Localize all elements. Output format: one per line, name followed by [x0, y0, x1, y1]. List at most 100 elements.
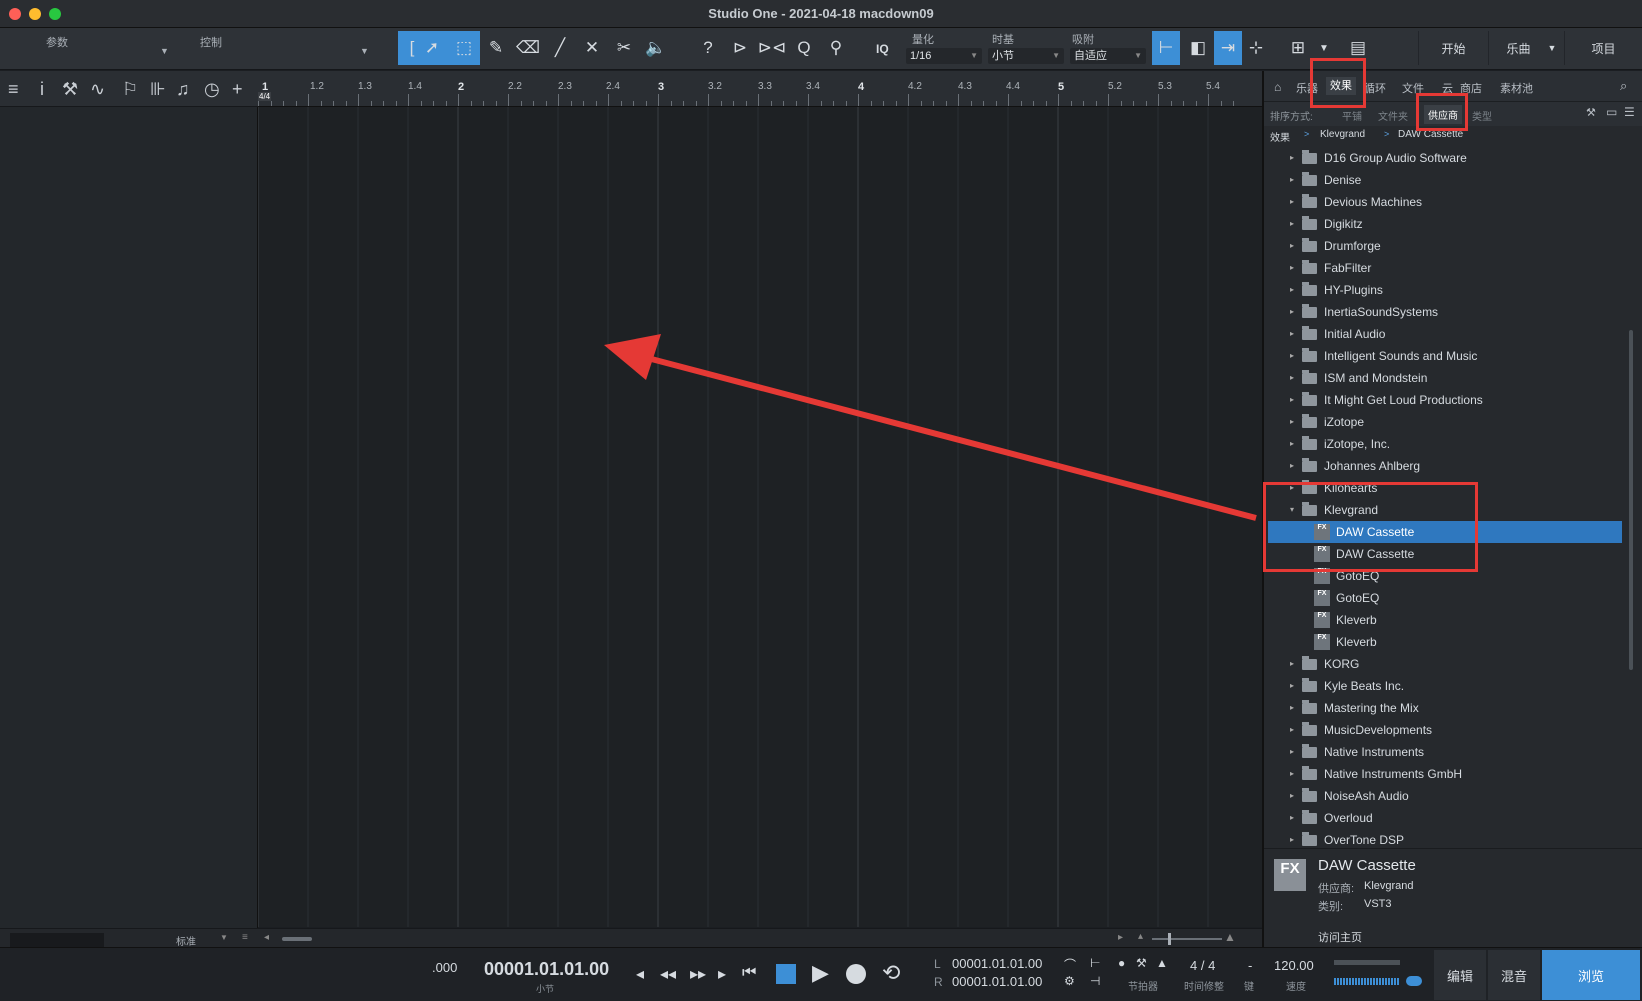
range-tool-icon[interactable]: ⬚	[450, 31, 478, 65]
start-button[interactable]: 开始	[1418, 31, 1488, 65]
timeline-ruler[interactable]: 1 1.2 1.3 1.4 2 2.2 2.3 2.4 3 3.2 3.3 3.4 4 4.2 4.3 4.4…	[258, 71, 1262, 107]
expand-arrow-icon[interactable]: ▸	[1290, 279, 1294, 301]
home-icon[interactable]: ⌂	[1274, 80, 1281, 94]
tree-vendor-folder[interactable]: ▸ Digikitz	[1268, 213, 1622, 235]
settings-gear-icon[interactable]: ⚙	[1064, 974, 1075, 988]
options-icon[interactable]: ☰	[1624, 105, 1635, 119]
zoom-in-icon[interactable]: ▲	[1224, 930, 1236, 944]
scroll-left-icon[interactable]: ◂	[264, 932, 269, 943]
expand-arrow-icon[interactable]: ▸	[1290, 191, 1294, 213]
rewind-icon[interactable]: ◂◂	[660, 964, 676, 984]
forward-icon[interactable]: ▸▸	[690, 964, 706, 984]
metronome-icon[interactable]: ▲	[1156, 956, 1168, 970]
zoom-slider[interactable]	[1152, 938, 1222, 940]
control-dropdown-icon[interactable]: ▼	[360, 46, 369, 56]
tree-plugin-item[interactable]: FX Kleverb	[1268, 609, 1622, 631]
sort-flat[interactable]: 平铺	[1342, 108, 1362, 123]
expand-arrow-icon[interactable]: ▸	[1290, 719, 1294, 741]
iq-button[interactable]: IQ	[876, 42, 889, 56]
wrench-icon[interactable]: ⚒	[62, 79, 78, 100]
timebase-select[interactable]: 小节 ▼	[988, 48, 1064, 64]
tree-vendor-folder[interactable]: ▸ D16 Group Audio Software	[1268, 147, 1622, 169]
tree-vendor-folder[interactable]: ▸ Native Instruments GmbH	[1268, 763, 1622, 785]
preroll-icon[interactable]: ⊣	[1090, 974, 1100, 988]
tab-loops[interactable]: 循环	[1364, 80, 1386, 96]
expand-arrow-icon[interactable]: ▸	[1290, 301, 1294, 323]
tab-pool[interactable]: 素材池	[1500, 80, 1533, 96]
tree-vendor-folder[interactable]: ▸ Denise	[1268, 169, 1622, 191]
nudge-right-icon[interactable]: ⊳⊲	[758, 31, 787, 65]
view-mode-label[interactable]: 标准	[176, 933, 196, 948]
tree-vendor-folder[interactable]: ▸ HY-Plugins	[1268, 279, 1622, 301]
expand-arrow-icon[interactable]: ▸	[1290, 433, 1294, 455]
quantize-select[interactable]: 1/16 ▼	[906, 48, 982, 64]
browser-scrollbar[interactable]	[1629, 330, 1633, 670]
snap-split-icon[interactable]: ⊹	[1242, 31, 1270, 65]
expand-arrow-icon[interactable]: ▸	[1290, 213, 1294, 235]
tree-vendor-folder[interactable]: ▸ Initial Audio	[1268, 323, 1622, 345]
tree-vendor-folder[interactable]: ▸ Intelligent Sounds and Music	[1268, 345, 1622, 367]
stop-button[interactable]	[776, 964, 796, 984]
view-mode-dropdown-icon[interactable]: ▼	[220, 933, 228, 942]
params-dropdown-icon[interactable]: ▼	[160, 46, 169, 56]
expand-arrow-icon[interactable]: ▸	[1290, 741, 1294, 763]
tree-vendor-folder[interactable]: ▸ KORG	[1268, 653, 1622, 675]
eraser-tool-icon[interactable]: ⌫	[514, 31, 542, 65]
pencil-tool-icon[interactable]: ✎	[482, 31, 510, 65]
tree-vendor-folder[interactable]: ▸ FabFilter	[1268, 257, 1622, 279]
snap-event-icon[interactable]: ◧	[1184, 31, 1212, 65]
tree-vendor-folder[interactable]: ▸ iZotope, Inc.	[1268, 433, 1622, 455]
nudge-left-icon[interactable]: ⊳	[726, 31, 754, 65]
expand-arrow-icon[interactable]: ▸	[1290, 697, 1294, 719]
tree-vendor-folder[interactable]: ▸ InertiaSoundSystems	[1268, 301, 1622, 323]
metronome-on-icon[interactable]: ●	[1118, 956, 1125, 970]
tree-vendor-folder[interactable]: ▸ Drumforge	[1268, 235, 1622, 257]
sort-folder[interactable]: 文件夹	[1378, 108, 1408, 123]
list-icon[interactable]: ≡	[242, 932, 248, 943]
expand-arrow-icon[interactable]: ▸	[1290, 763, 1294, 785]
expand-arrow-icon[interactable]: ▸	[1290, 169, 1294, 191]
inspector-icon[interactable]: i	[40, 79, 44, 100]
song-dropdown-icon[interactable]: ▼	[1540, 31, 1564, 65]
horizontal-scroll-thumb[interactable]	[282, 937, 312, 941]
time-signature-value[interactable]: 4 / 4	[1190, 958, 1215, 973]
tree-vendor-folder[interactable]: ▸ Devious Machines	[1268, 191, 1622, 213]
visit-homepage-link[interactable]: 访问主页	[1318, 929, 1362, 945]
expand-arrow-icon[interactable]: ▸	[1290, 235, 1294, 257]
loop-end[interactable]: 00001.01.01.00	[952, 974, 1042, 989]
params-label[interactable]: 参数	[46, 34, 68, 50]
tree-vendor-folder[interactable]: ▸ MusicDevelopments	[1268, 719, 1622, 741]
tree-vendor-folder[interactable]: ▸ Johannes Ahlberg	[1268, 455, 1622, 477]
loop-start[interactable]: 00001.01.01.00	[952, 956, 1042, 971]
preview-icon[interactable]: ▭	[1606, 105, 1617, 119]
tree-plugin-item[interactable]: FX Kleverb	[1268, 631, 1622, 653]
scroll-right-icon[interactable]: ▸	[1118, 932, 1123, 943]
autopunch-icon[interactable]: ⊢	[1090, 956, 1100, 970]
metronome-settings-icon[interactable]: ⚒	[1136, 956, 1147, 970]
snap-grid-icon[interactable]: ⊢	[1152, 31, 1180, 65]
help-icon[interactable]: ?	[694, 31, 722, 65]
tree-plugin-item[interactable]: FX GotoEQ	[1268, 587, 1622, 609]
expand-arrow-icon[interactable]: ▸	[1290, 675, 1294, 697]
edit-button[interactable]: 编辑	[1434, 950, 1486, 1000]
position-display[interactable]: 00001.01.01.00	[484, 959, 609, 980]
tree-vendor-folder[interactable]: ▸ NoiseAsh Audio	[1268, 785, 1622, 807]
tree-vendor-folder[interactable]: ▸ ISM and Mondstein	[1268, 367, 1622, 389]
punch-icon[interactable]: ⌒	[1064, 956, 1076, 973]
tree-vendor-folder[interactable]: ▸ iZotope	[1268, 411, 1622, 433]
paint-tool-icon[interactable]: ╱	[546, 31, 574, 65]
expand-arrow-icon[interactable]: ▸	[1290, 807, 1294, 829]
expand-arrow-icon[interactable]: ▸	[1290, 323, 1294, 345]
expand-arrow-icon[interactable]: ▸	[1290, 257, 1294, 279]
marker-icon[interactable]: ⚐	[122, 79, 138, 100]
breadcrumb-vendor[interactable]: Klevgrand	[1320, 129, 1365, 140]
snap-cursor-icon[interactable]: ⇥	[1214, 31, 1242, 65]
output-toggle[interactable]	[1406, 976, 1422, 986]
expand-arrow-icon[interactable]: ▸	[1290, 653, 1294, 675]
tempo-icon[interactable]: ◷	[204, 79, 220, 100]
project-button[interactable]: 项目	[1564, 31, 1642, 65]
expand-arrow-icon[interactable]: ▸	[1290, 389, 1294, 411]
zoom-slider-thumb[interactable]	[1168, 933, 1171, 945]
tree-vendor-folder[interactable]: ▸ Overloud	[1268, 807, 1622, 829]
mute-tool-icon[interactable]: ✕	[578, 31, 606, 65]
